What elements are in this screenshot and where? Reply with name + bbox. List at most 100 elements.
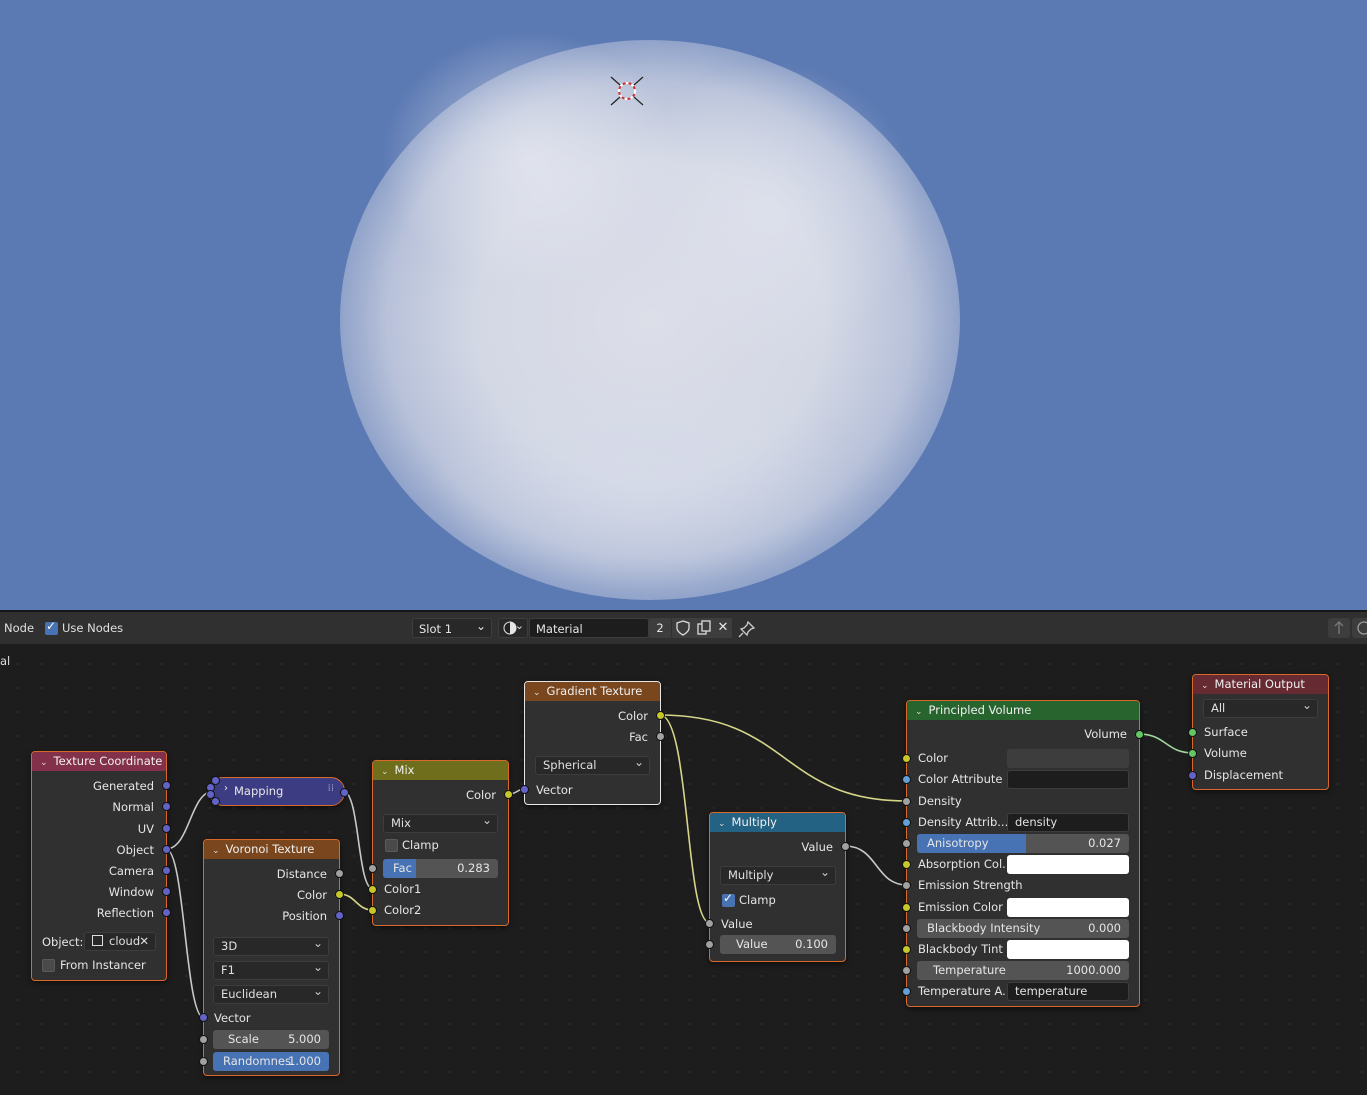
node-title[interactable]: ⌄ Principled Volume xyxy=(907,701,1139,720)
node-gradient-texture[interactable]: ⌄ Gradient Texture Color Fac Spherical Ve… xyxy=(520,681,665,805)
socket-fac-out[interactable] xyxy=(656,732,665,741)
temperature-field[interactable]: Temperature 1000.000 xyxy=(917,961,1129,980)
socket-vector-out[interactable] xyxy=(340,788,349,797)
clamp-checkbox[interactable] xyxy=(722,891,735,907)
blackbody-tint-swatch[interactable] xyxy=(1007,940,1129,959)
socket-value-out[interactable] xyxy=(841,842,850,851)
socket-fac[interactable] xyxy=(368,864,377,873)
socket-density[interactable] xyxy=(902,797,911,806)
scale-field[interactable]: Scale 5.000 xyxy=(213,1030,329,1049)
socket-surface[interactable] xyxy=(1188,728,1197,737)
socket-scale[interactable] xyxy=(199,1035,208,1044)
parent-node-tree-button[interactable] xyxy=(1328,618,1350,638)
emission-color-swatch[interactable] xyxy=(1007,898,1129,917)
socket-value-in-2[interactable] xyxy=(705,940,714,949)
material-name-field[interactable]: Material xyxy=(529,618,649,638)
collapse-icon[interactable]: ⌄ xyxy=(381,763,389,782)
socket-color-out[interactable] xyxy=(656,711,665,720)
node-title[interactable]: ⌄ Material Output xyxy=(1193,675,1328,694)
socket-normal[interactable] xyxy=(162,802,171,811)
pin-button[interactable] xyxy=(738,620,756,638)
color-swatch[interactable] xyxy=(1007,749,1129,768)
node-menu[interactable]: Node xyxy=(4,621,34,635)
temperature-attribute-field[interactable]: temperature xyxy=(1007,982,1129,1001)
user-count-button[interactable]: 2 xyxy=(649,618,671,638)
expand-icon[interactable]: › xyxy=(224,783,228,794)
node-title[interactable]: ⌄ Voronoi Texture xyxy=(204,840,339,859)
use-nodes-checkbox[interactable] xyxy=(45,619,58,635)
socket-color1[interactable] xyxy=(368,885,377,894)
collapse-icon[interactable]: ⌄ xyxy=(533,684,541,703)
socket-volume-in[interactable] xyxy=(1188,749,1197,758)
socket-vector-in[interactable] xyxy=(520,785,529,794)
socket-color[interactable] xyxy=(902,754,911,763)
use-nodes-label[interactable]: Use Nodes xyxy=(62,621,123,635)
socket-temperature-attribute[interactable] xyxy=(902,987,911,996)
socket-distance[interactable] xyxy=(335,869,344,878)
node-material-output[interactable]: ⌄ Material Output All Surface Volume Disp… xyxy=(1188,674,1329,790)
socket-color-attribute[interactable] xyxy=(902,775,911,784)
duplicate-material-button[interactable] xyxy=(694,618,714,638)
object-field[interactable]: cloud ✕ xyxy=(84,932,156,951)
operation-dropdown[interactable]: Multiply xyxy=(720,864,836,885)
socket-randomness[interactable] xyxy=(199,1057,208,1066)
from-instancer-label[interactable]: From Instancer xyxy=(60,956,146,974)
gradient-type-dropdown[interactable]: Spherical xyxy=(535,754,650,775)
socket-blackbody-intensity[interactable] xyxy=(902,924,911,933)
clamp-checkbox[interactable] xyxy=(385,839,398,852)
density-attribute-field[interactable]: density xyxy=(1007,813,1129,832)
socket-color2[interactable] xyxy=(368,906,377,915)
socket-anisotropy[interactable] xyxy=(902,839,911,848)
collapse-icon[interactable]: ⌄ xyxy=(212,842,220,861)
node-title[interactable]: ⌄ Texture Coordinate xyxy=(32,752,166,771)
node-mapping[interactable]: › Mapping ⁞⁞ xyxy=(206,776,349,806)
fake-user-button[interactable] xyxy=(672,618,694,638)
socket-density-attribute[interactable] xyxy=(902,818,911,827)
value-field[interactable]: Value 0.100 xyxy=(720,935,836,954)
socket-volume-out[interactable] xyxy=(1135,730,1144,739)
collapse-icon[interactable]: ⌄ xyxy=(915,703,923,722)
node-texture-coordinate[interactable]: ⌄ Texture Coordinate Generated Normal UV … xyxy=(31,751,171,981)
socket-object[interactable] xyxy=(162,845,171,854)
unlink-material-button[interactable]: ✕ xyxy=(714,618,732,638)
blackbody-intensity-field[interactable]: Blackbody Intensity 0.000 xyxy=(917,919,1129,938)
socket-window[interactable] xyxy=(162,887,171,896)
socket-color[interactable] xyxy=(335,890,344,899)
node-title[interactable]: ⌄ Gradient Texture xyxy=(525,682,660,701)
socket-displacement[interactable] xyxy=(1188,771,1197,780)
socket-generated[interactable] xyxy=(162,781,171,790)
clamp-label[interactable]: Clamp xyxy=(739,891,776,909)
node-mix[interactable]: ⌄ Mix Color Mix Clamp Fac 0.283 Color1 Co… xyxy=(368,760,513,926)
socket-vector-in[interactable] xyxy=(199,1013,208,1022)
node-title[interactable]: ⌄ Mix xyxy=(373,761,508,780)
absorption-color-swatch[interactable] xyxy=(1007,855,1129,874)
socket-color-out[interactable] xyxy=(504,790,513,799)
dimensions-dropdown[interactable]: 3D xyxy=(213,935,329,956)
clamp-label[interactable]: Clamp xyxy=(402,836,439,854)
socket-emission-strength[interactable] xyxy=(902,881,911,890)
socket-temperature[interactable] xyxy=(902,966,911,975)
color-attribute-field[interactable] xyxy=(1007,770,1129,789)
overlay-button[interactable] xyxy=(1352,618,1367,638)
socket-reflection[interactable] xyxy=(162,908,171,917)
node-voronoi-texture[interactable]: ⌄ Voronoi Texture Distance Color Position… xyxy=(199,839,344,1076)
clear-icon[interactable]: ✕ xyxy=(139,933,149,950)
anisotropy-slider[interactable]: Anisotropy 0.027 xyxy=(917,834,1129,853)
socket-absorption-color[interactable] xyxy=(902,860,911,869)
socket-camera[interactable] xyxy=(162,866,171,875)
randomness-slider[interactable]: Randomnes 1.000 xyxy=(213,1052,329,1071)
3d-viewport[interactable] xyxy=(0,0,1367,610)
socket-blackbody-tint[interactable] xyxy=(902,945,911,954)
fac-slider[interactable]: Fac 0.283 xyxy=(383,859,498,878)
metric-dropdown[interactable]: Euclidean xyxy=(213,983,329,1004)
target-dropdown[interactable]: All xyxy=(1203,697,1318,718)
collapse-icon[interactable]: ⌄ xyxy=(718,815,726,834)
collapse-icon[interactable]: ⌄ xyxy=(1201,677,1209,696)
browse-material-button[interactable]: ⌄ xyxy=(498,618,528,638)
socket-position[interactable] xyxy=(335,911,344,920)
from-instancer-checkbox[interactable] xyxy=(42,959,55,972)
node-multiply[interactable]: ⌄ Multiply Value Multiply Clamp Value Val… xyxy=(705,812,850,962)
3d-cursor-icon[interactable] xyxy=(610,74,644,108)
socket-uv[interactable] xyxy=(162,824,171,833)
node-principled-volume[interactable]: ⌄ Principled Volume Volume Color Color At… xyxy=(902,700,1144,1007)
